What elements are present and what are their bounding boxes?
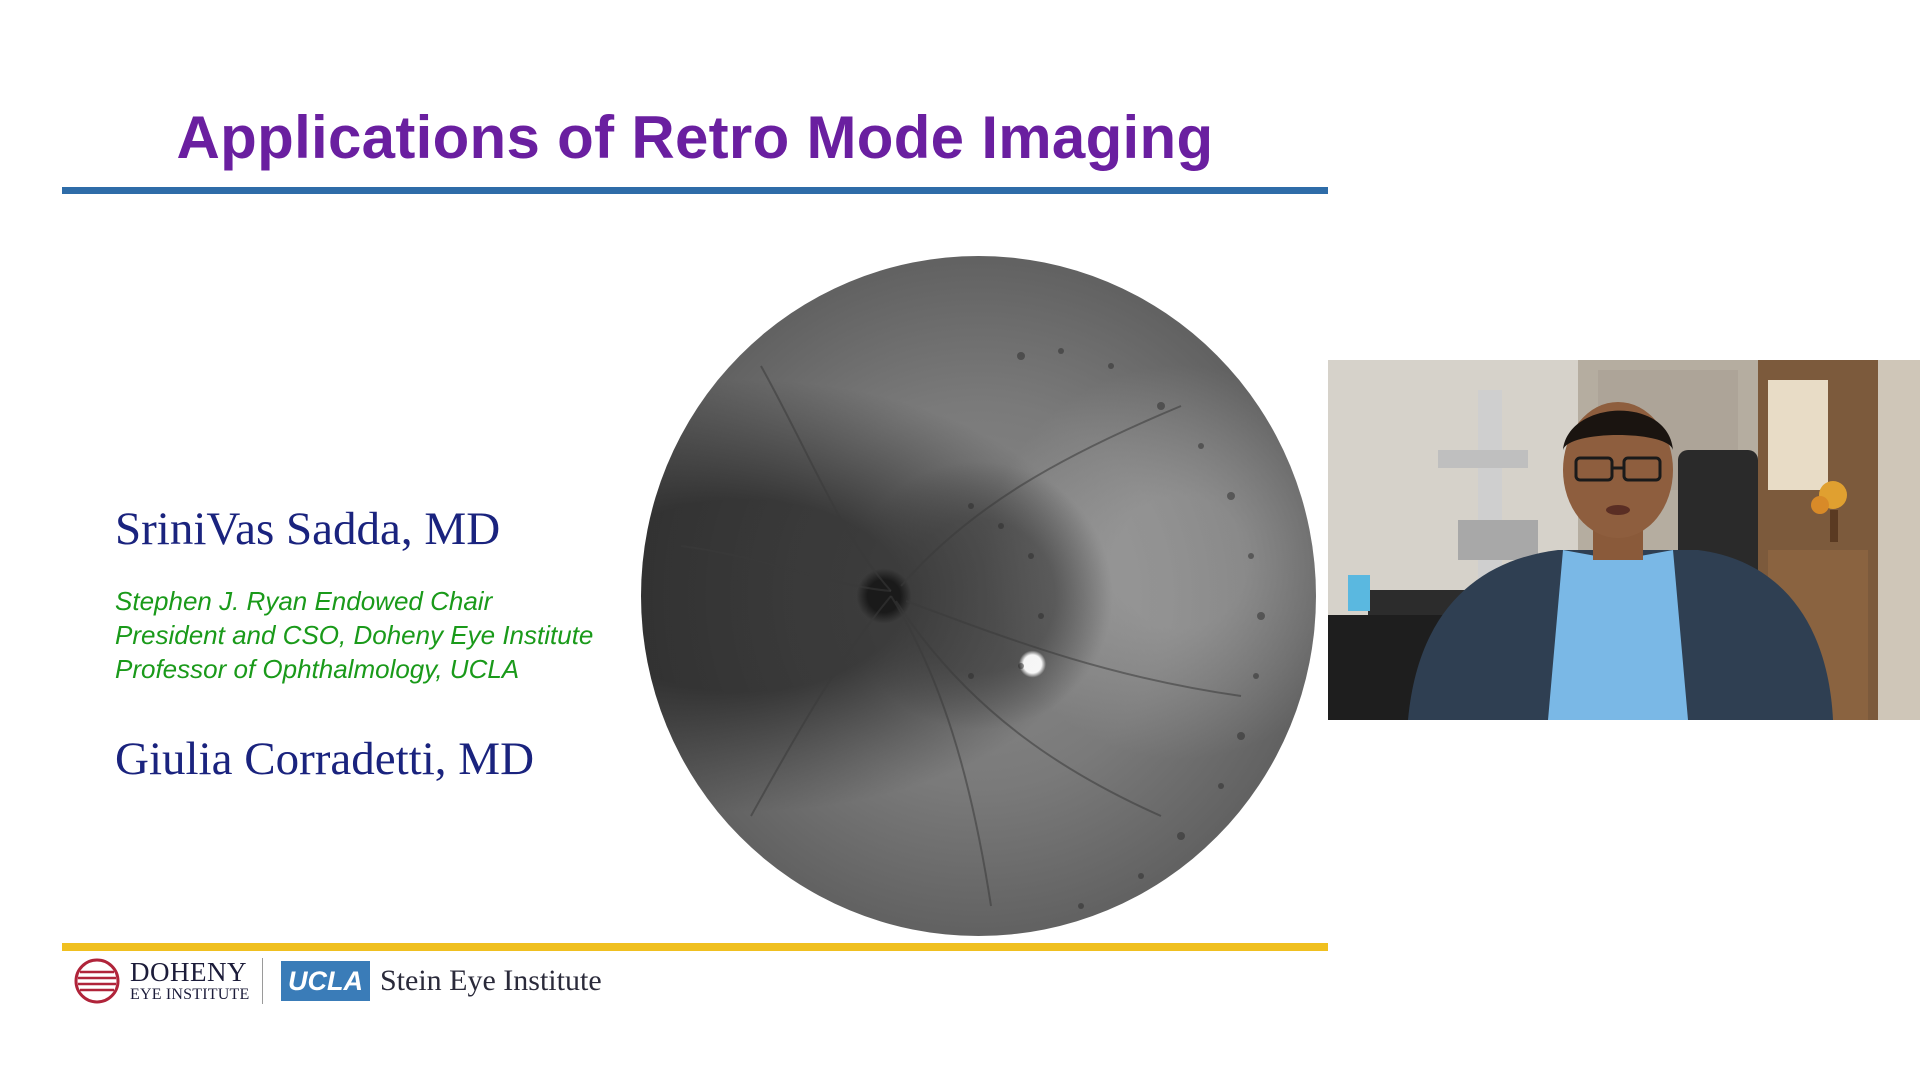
affiliation-list: Stephen J. Ryan Endowed Chair President … — [115, 584, 655, 686]
stein-eye-institute-logo: Stein Eye Institute — [380, 964, 602, 997]
doheny-emblem-icon — [74, 958, 120, 1004]
title-divider — [62, 187, 1328, 194]
affiliation-line: Stephen J. Ryan Endowed Chair — [115, 586, 493, 616]
fundus-vessels — [680, 348, 1265, 909]
speaker-primary: SriniVas Sadda, MD Stephen J. Ryan Endow… — [115, 500, 655, 686]
speaker-name-primary: SriniVas Sadda, MD — [115, 503, 501, 555]
doheny-name: DOHENY — [130, 956, 247, 987]
retro-mode-fundus-image — [641, 256, 1316, 936]
logo-divider — [262, 958, 263, 1004]
doheny-wordmark: DOHENY EYE INSTITUTE — [130, 956, 250, 1004]
affiliation-line: Professor of Ophthalmology, UCLA — [115, 654, 520, 684]
slide-title: Applications of Retro Mode Imaging — [176, 104, 1214, 171]
affiliation-line: President and CSO, Doheny Eye Institute — [115, 620, 594, 650]
ucla-logo: UCLA — [281, 961, 370, 1001]
footer-divider — [62, 943, 1328, 951]
doheny-subtitle: EYE INSTITUTE — [130, 985, 250, 1003]
webcam-scene — [1328, 360, 1920, 720]
speaker-name-secondary: Giulia Corradetti, MD — [115, 733, 535, 785]
speaker-webcam[interactable] — [1328, 360, 1920, 720]
doheny-logo: DOHENY EYE INSTITUTE — [74, 955, 249, 1007]
